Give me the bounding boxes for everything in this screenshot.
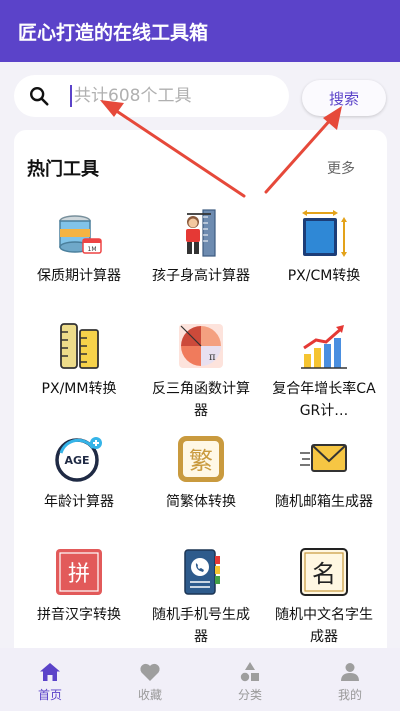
chinese-name-icon: 名	[300, 548, 348, 596]
search-button[interactable]: 搜索	[302, 80, 386, 116]
tool-item[interactable]: AGE 年龄计算器	[17, 433, 141, 513]
nav-label: 首页	[37, 688, 62, 702]
tool-label: PX/MM转换	[41, 381, 117, 397]
tool-label: 复合年增长率CAGR计…	[272, 381, 376, 419]
svg-text:π: π	[209, 352, 216, 363]
svg-text:拼: 拼	[68, 562, 90, 587]
tool-item[interactable]: π 反三角函数计算器	[139, 320, 263, 422]
user-icon	[341, 663, 359, 681]
tool-label: 保质期计算器	[37, 268, 121, 284]
tool-label: 随机手机号生成器	[152, 607, 250, 645]
trig-pie-icon: π	[179, 324, 223, 368]
tool-label: 反三角函数计算器	[152, 381, 250, 419]
nav-mine[interactable]: 我的	[300, 648, 400, 711]
nav-label: 分类	[237, 688, 262, 702]
tool-label: 拼音汉字转换	[37, 607, 121, 623]
hot-tools-title: 热门工具	[27, 159, 99, 180]
px-cm-ruler-icon	[302, 210, 347, 257]
bottom-nav: 首页 收藏 分类 我的	[0, 648, 400, 711]
svg-text:繁: 繁	[189, 447, 213, 475]
search-box[interactable]	[14, 75, 289, 117]
text-cursor	[70, 85, 72, 107]
tool-item[interactable]: 复合年增长率CAGR计…	[262, 320, 386, 422]
tool-label: 简繁体转换	[166, 494, 236, 510]
tool-label: 年龄计算器	[44, 494, 114, 510]
search-icon	[30, 87, 49, 106]
tool-label: 孩子身高计算器	[152, 268, 250, 284]
tool-label: 随机邮箱生成器	[275, 494, 373, 510]
tool-label: PX/CM转换	[287, 268, 361, 284]
tool-item[interactable]: 繁 简繁体转换	[139, 433, 263, 513]
app-bar: 匠心打造的在线工具箱	[0, 0, 400, 62]
tool-label: 随机中文名字生成器	[275, 607, 373, 645]
tool-item[interactable]: 拼 拼音汉字转换	[17, 546, 141, 626]
svg-text:AGE: AGE	[64, 454, 89, 467]
tool-item[interactable]: 名 随机中文名字生成器	[262, 546, 386, 648]
canned-food-expiry-icon: 1M	[59, 215, 102, 254]
more-link[interactable]: 更多	[327, 158, 355, 178]
envelope-icon	[300, 444, 347, 472]
pinyin-stamp-icon: 拼	[56, 549, 102, 595]
tool-item[interactable]: PX/MM转换	[17, 320, 141, 400]
tool-item[interactable]: 随机手机号生成器	[139, 546, 263, 648]
tool-item[interactable]: 孩子身高计算器	[139, 207, 263, 287]
child-height-icon	[186, 209, 216, 257]
px-mm-ruler-icon	[60, 323, 99, 369]
traditional-char-icon: 繁	[178, 436, 224, 482]
phone-book-icon	[184, 549, 220, 595]
nav-category[interactable]: 分类	[200, 648, 300, 711]
search-input[interactable]	[74, 86, 254, 106]
hot-tools-card: 热门工具 更多 1M 保质期计算器 孩子身高计算器 PX/CM转换 PX/MM转…	[14, 130, 387, 670]
growth-chart-icon	[301, 325, 347, 369]
nav-label: 我的	[337, 688, 362, 702]
app-title: 匠心打造的在线工具箱	[18, 21, 209, 44]
nav-label: 收藏	[137, 688, 162, 702]
home-icon	[40, 663, 60, 681]
tool-item[interactable]: PX/CM转换	[262, 207, 386, 287]
nav-home[interactable]: 首页	[0, 648, 100, 711]
svg-text:1M: 1M	[88, 246, 97, 253]
age-icon: AGE	[55, 437, 102, 482]
svg-text:名: 名	[312, 560, 336, 588]
tool-item[interactable]: 随机邮箱生成器	[262, 433, 386, 513]
heart-icon	[140, 663, 160, 681]
tool-item[interactable]: 1M 保质期计算器	[17, 207, 141, 287]
category-icon	[240, 662, 259, 682]
nav-favorites[interactable]: 收藏	[100, 648, 200, 711]
